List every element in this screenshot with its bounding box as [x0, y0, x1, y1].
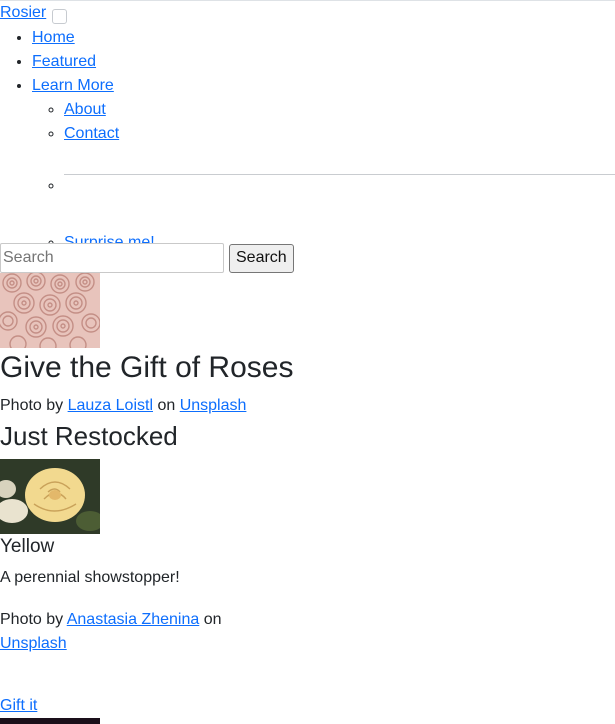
section-title: Just Restocked	[0, 421, 178, 451]
yellow-rose-photo-icon	[0, 459, 100, 534]
learn-more-submenu: About Contact Surprise me!	[32, 98, 615, 255]
nav-menu: Home Featured Learn More About Contact S…	[0, 26, 615, 255]
hero-title: Give the Gift of Roses	[0, 351, 294, 384]
search-button[interactable]: Search	[229, 243, 294, 273]
submenu-item-about: About	[64, 98, 615, 122]
submenu-item-contact: Contact	[64, 122, 615, 146]
nav-item-learn-more: Learn More About Contact Surprise me!	[32, 74, 615, 255]
submenu-divider	[64, 174, 615, 175]
hero-roses-image	[0, 273, 100, 348]
card-credit-on: on	[203, 611, 222, 628]
nav-item-featured: Featured	[32, 50, 615, 74]
nav-link-learn-more[interactable]: Learn More	[32, 77, 114, 94]
card-photo-credit: Photo by Anastasia Zhenina on Unsplash	[0, 608, 240, 656]
hero-source-link[interactable]: Unsplash	[180, 397, 247, 414]
card-photographer-link[interactable]: Anastasia Zhenina	[67, 611, 200, 628]
hero-photographer-link[interactable]: Lauza Loistl	[68, 397, 153, 414]
hero-credit-on: on	[157, 397, 176, 414]
nav-item-home: Home	[32, 26, 615, 50]
brand-link[interactable]: Rosier	[0, 3, 46, 23]
submenu-divider-item	[64, 174, 615, 231]
submenu-link-about[interactable]: About	[64, 101, 106, 118]
search-input[interactable]	[0, 243, 224, 273]
next-card-image	[0, 718, 100, 724]
card-yellow-rose-image	[0, 459, 100, 534]
navbar: Rosier	[0, 3, 68, 24]
nav-link-featured[interactable]: Featured	[32, 53, 96, 70]
submenu-link-contact[interactable]: Contact	[64, 125, 119, 142]
nav-link-home[interactable]: Home	[32, 29, 75, 46]
gift-it-link[interactable]: Gift it	[0, 696, 37, 716]
card-title: Yellow	[0, 536, 55, 557]
search-form: Search	[0, 243, 294, 273]
hero-photo-credit: Photo by Lauza Loistl on Unsplash	[0, 396, 246, 416]
navbar-toggler-checkbox[interactable]	[52, 8, 68, 24]
card-source-link[interactable]: Unsplash	[0, 635, 67, 652]
top-border	[0, 0, 615, 1]
card-credit-prefix: Photo by	[0, 611, 64, 628]
roses-photo-icon	[0, 273, 100, 348]
card-description: A perennial showstopper!	[0, 569, 180, 586]
hero-credit-prefix: Photo by	[0, 397, 64, 414]
